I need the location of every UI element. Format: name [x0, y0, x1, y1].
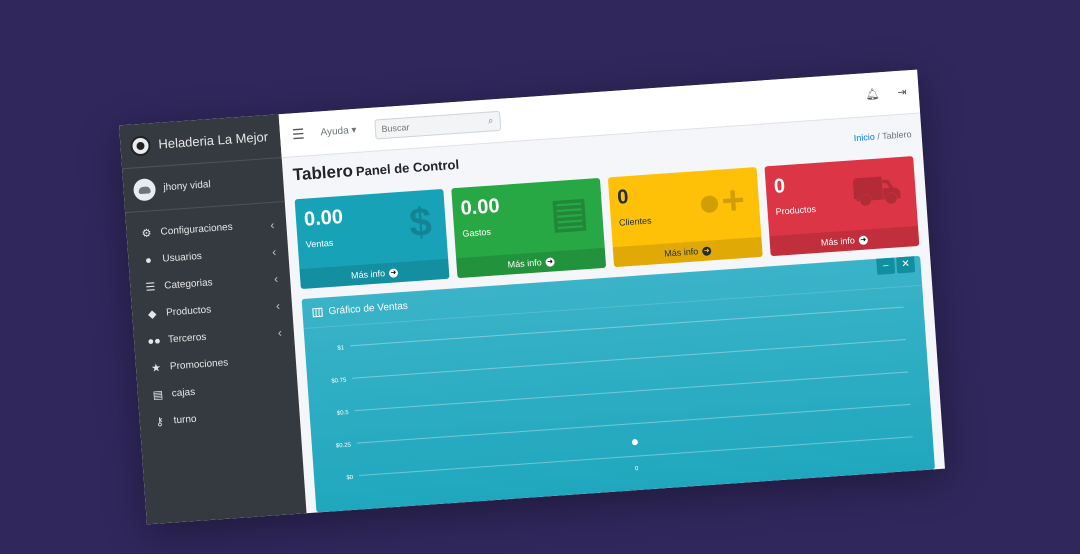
stat-box-productos: 0 Productos ⛟ Más info ➜	[764, 156, 920, 257]
close-button[interactable]: ✕	[895, 255, 916, 274]
brand-name: Heladeria La Mejor	[157, 129, 269, 152]
breadcrumb: Inicio / Tablero	[853, 129, 911, 143]
arrow-circle-right-icon: ➜	[858, 234, 869, 245]
chevron-left-icon: ‹	[269, 217, 275, 232]
y-tick-label: $0.25	[336, 442, 352, 449]
table-icon	[312, 307, 323, 318]
gridline	[356, 403, 911, 444]
bell-icon[interactable]: 🔔︎	[865, 87, 880, 101]
y-tick-label: $1	[337, 345, 345, 351]
menu-toggle-icon[interactable]: ☰	[292, 125, 306, 143]
stat-box-ventas: 0.00 Ventas $ Más info ➜	[294, 188, 450, 290]
sidebar-item-label: Usuarios	[162, 250, 203, 265]
cart-icon: ⛟	[849, 167, 903, 215]
x-tick-label: 0	[635, 466, 639, 472]
dollar-icon: $	[407, 199, 434, 246]
clipboard-icon: ▤	[548, 189, 590, 237]
arrow-circle-right-icon: ➜	[388, 267, 399, 278]
sales-chart-card: Gráfico de Ventas – ✕ $1 $0.75 $0.5 $0.25 $0…	[301, 255, 936, 513]
help-label: Ayuda	[320, 125, 350, 139]
sidebar-item-label: Terceros	[167, 331, 207, 346]
sidebar-item-label: Configuraciones	[160, 221, 234, 238]
y-tick-label: $0.5	[337, 410, 350, 417]
tags-icon: ◆	[147, 308, 157, 321]
help-dropdown[interactable]: Ayuda ▾	[320, 125, 357, 138]
arrow-circle-right-icon: ➜	[545, 256, 555, 267]
page-subtitle: Panel de Control	[355, 156, 460, 179]
caret-down-icon: ▾	[351, 124, 357, 137]
chevron-left-icon: ‹	[277, 325, 283, 340]
logout-icon[interactable]: ⇥	[897, 85, 907, 99]
collapse-button[interactable]: –	[876, 255, 896, 275]
user-name: jhony vidal	[163, 179, 212, 194]
more-info-label: Más info	[663, 246, 699, 259]
breadcrumb-current: Tablero	[881, 129, 912, 142]
content: Tablero Panel de Control Inicio / Tablero…	[282, 113, 945, 513]
star-icon: ★	[150, 362, 162, 375]
user-icon: ●	[144, 253, 153, 267]
chevron-left-icon: ‹	[271, 244, 277, 259]
card-tools: – ✕	[876, 255, 916, 275]
gridline	[354, 371, 909, 412]
sidebar-item-label: Categorias	[163, 277, 213, 292]
gridline	[352, 339, 906, 379]
sidebar-menu: ⚙ Configuraciones ‹ ● Usuarios ‹ ☰ Categ…	[125, 202, 300, 437]
key-icon: ⚷	[155, 415, 165, 429]
list-icon: ☰	[145, 281, 156, 294]
more-info-link[interactable]: Más info ➜	[612, 236, 763, 268]
sidebar-item-label: cajas	[171, 386, 196, 400]
y-tick-label: $0	[346, 475, 354, 481]
app-window: Heladeria La Mejor jhony vidal ⚙ Configu…	[119, 69, 945, 525]
sidebar-item-label: turno	[173, 413, 197, 427]
card-title: Gráfico de Ventas	[328, 300, 409, 318]
main-area: ☰ Ayuda ▾ ⌕ 🔔︎ ⇥ TableroPanel de Control…	[278, 69, 945, 514]
brand-logo	[129, 134, 152, 157]
data-point[interactable]	[631, 439, 638, 446]
stat-box-gastos: 0.00 Gastos ▤ Más info ➜	[451, 177, 607, 279]
sidebar: Heladeria La Mejor jhony vidal ⚙ Configu…	[119, 114, 307, 525]
navbar-right: 🔔︎ ⇥	[865, 85, 907, 101]
page-title: Tablero Panel de Control	[292, 154, 459, 186]
sidebar-item-label: Productos	[165, 304, 212, 319]
user-plus-icon: ●+	[695, 177, 747, 226]
more-info-label: Más info	[820, 235, 856, 248]
search-input[interactable]	[381, 116, 482, 134]
search-icon[interactable]: ⌕	[488, 115, 494, 126]
more-info-link[interactable]: Más info ➜	[299, 258, 450, 290]
more-info-label: Más info	[350, 268, 386, 281]
more-info-link[interactable]: Más info ➜	[456, 247, 607, 279]
arrow-circle-right-icon: ➜	[701, 245, 712, 256]
gear-icon: ⚙	[141, 227, 152, 241]
search-box: ⌕	[373, 110, 501, 140]
users-icon: ●●	[147, 334, 162, 348]
avatar	[132, 177, 157, 202]
y-tick-label: $0.75	[331, 378, 347, 385]
breadcrumb-home-link[interactable]: Inicio	[853, 132, 875, 143]
stat-box-clientes: 0 Clientes ●+ Más info ➜	[607, 167, 763, 268]
chevron-left-icon: ‹	[275, 298, 281, 313]
more-info-label: Más info	[507, 257, 542, 270]
page-title-text: Tablero	[292, 161, 354, 185]
cash-register-icon: ▤	[152, 388, 164, 402]
chevron-left-icon: ‹	[273, 271, 279, 286]
sidebar-item-label: Promociones	[169, 357, 229, 373]
more-info-link[interactable]: Más info ➜	[769, 225, 920, 257]
